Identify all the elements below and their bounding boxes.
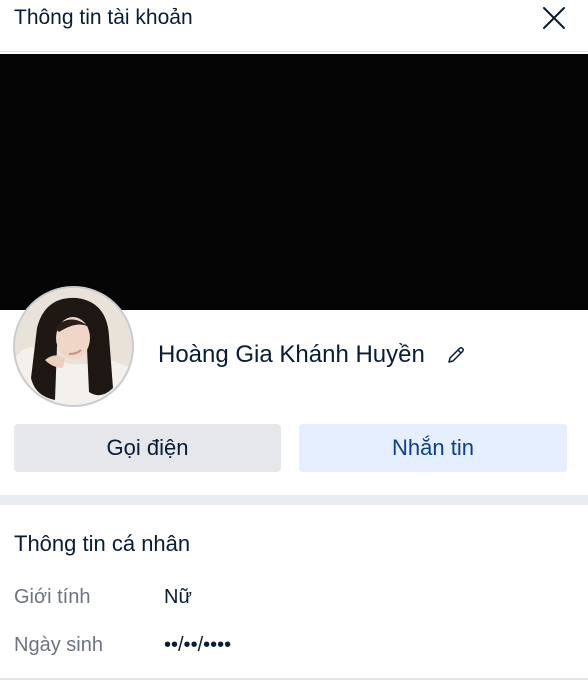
profile-name: Hoàng Gia Khánh Huyền: [158, 341, 425, 368]
personal-info-title: Thông tin cá nhân: [14, 531, 191, 556]
close-icon: [543, 7, 565, 29]
birthday-value: ••/••/••••: [164, 634, 232, 656]
pencil-icon: [448, 347, 464, 363]
close-button[interactable]: [540, 4, 568, 32]
gender-label: Giới tính: [14, 586, 91, 608]
section-divider: [0, 495, 588, 505]
birthday-label: Ngày sinh: [14, 634, 103, 656]
message-button[interactable]: Nhắn tin: [299, 424, 567, 472]
bottom-divider: [0, 678, 588, 680]
edit-name-button[interactable]: [445, 344, 467, 366]
cover-photo[interactable]: [0, 54, 588, 310]
call-button[interactable]: Gọi điện: [14, 424, 281, 472]
profile-name-row: Hoàng Gia Khánh Huyền: [158, 338, 467, 372]
avatar[interactable]: [13, 286, 134, 407]
gender-value: Nữ: [164, 586, 192, 608]
dialog-title: Thông tin tài khoản: [14, 6, 193, 29]
dialog-header: Thông tin tài khoản: [0, 0, 588, 52]
avatar-photo: [15, 288, 132, 405]
